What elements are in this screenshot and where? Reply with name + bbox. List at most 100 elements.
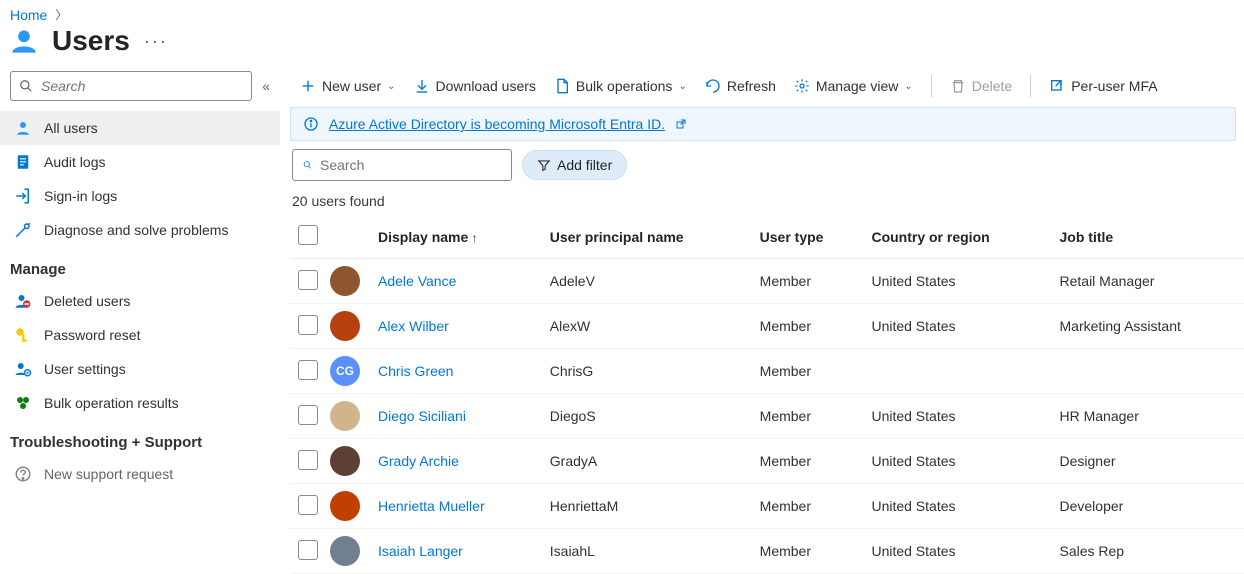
- users-search[interactable]: [292, 149, 512, 181]
- user-display-name[interactable]: Adele Vance: [378, 273, 456, 289]
- page-header: Users ···: [0, 25, 1244, 71]
- search-icon: [19, 79, 33, 93]
- user-country: United States: [863, 484, 1051, 529]
- table-row[interactable]: Adele VanceAdeleVMemberUnited StatesReta…: [290, 259, 1244, 304]
- manage-view-button[interactable]: Manage view ⌄: [794, 78, 913, 94]
- signin-icon: [14, 187, 32, 205]
- add-filter-label: Add filter: [557, 157, 612, 173]
- trash-icon: [950, 78, 966, 94]
- sidebar-item-bulk-results[interactable]: Bulk operation results: [0, 386, 280, 420]
- sidebar-item-audit-logs[interactable]: Audit logs: [0, 145, 280, 179]
- avatar: [330, 491, 360, 521]
- table-row[interactable]: Isaiah LangerIsaiahLMemberUnited StatesS…: [290, 529, 1244, 574]
- row-checkbox[interactable]: [298, 495, 318, 515]
- sidebar-item-label: Bulk operation results: [44, 395, 179, 411]
- sidebar-search-input[interactable]: [41, 78, 243, 94]
- row-checkbox[interactable]: [298, 405, 318, 425]
- user-country: United States: [863, 304, 1051, 349]
- download-users-button[interactable]: Download users: [414, 78, 536, 94]
- column-job-title[interactable]: Job title: [1052, 215, 1244, 259]
- new-user-button[interactable]: New user ⌄: [300, 78, 396, 94]
- user-display-name[interactable]: Henrietta Mueller: [378, 498, 485, 514]
- avatar: [330, 536, 360, 566]
- banner-link[interactable]: Azure Active Directory is becoming Micro…: [329, 116, 665, 132]
- user-display-name[interactable]: Diego Siciliani: [378, 408, 466, 424]
- sidebar-item-all-users[interactable]: All users: [0, 111, 280, 145]
- breadcrumb-home[interactable]: Home: [10, 7, 47, 23]
- chevron-down-icon: ⌄: [387, 81, 395, 92]
- row-checkbox[interactable]: [298, 360, 318, 380]
- per-user-mfa-button[interactable]: Per-user MFA: [1049, 78, 1157, 94]
- sidebar-item-label: All users: [44, 120, 98, 136]
- user-upn: AdeleV: [542, 259, 752, 304]
- user-country: United States: [863, 259, 1051, 304]
- table-row[interactable]: Alex WilberAlexWMemberUnited StatesMarke…: [290, 304, 1244, 349]
- sidebar-item-new-support[interactable]: New support request: [0, 457, 280, 491]
- user-job-title: Sales Rep: [1052, 529, 1244, 574]
- avatar: [330, 266, 360, 296]
- sidebar-collapse-button[interactable]: «: [262, 78, 270, 94]
- avatar: [330, 401, 360, 431]
- settings-icon: [14, 360, 32, 378]
- more-button[interactable]: ···: [144, 31, 168, 52]
- toolbar-label: Refresh: [727, 78, 776, 94]
- plus-icon: [300, 78, 316, 94]
- table-row[interactable]: CGChris GreenChrisGMember: [290, 349, 1244, 394]
- bulk-operations-button[interactable]: Bulk operations ⌄: [554, 78, 687, 94]
- filter-icon: [537, 158, 551, 172]
- user-upn: DiegoS: [542, 394, 752, 439]
- user-display-name[interactable]: Grady Archie: [378, 453, 459, 469]
- table-row[interactable]: Henrietta MuellerHenriettaMMemberUnited …: [290, 484, 1244, 529]
- select-all-checkbox[interactable]: [298, 225, 318, 245]
- toolbar-label: Per-user MFA: [1071, 78, 1157, 94]
- delete-button[interactable]: Delete: [950, 78, 1012, 94]
- column-display-name[interactable]: Display name: [370, 215, 542, 259]
- sidebar-item-deleted-users[interactable]: Deleted users: [0, 284, 280, 318]
- user-country: United States: [863, 439, 1051, 484]
- user-icon: [14, 119, 32, 137]
- toolbar-label: Manage view: [816, 78, 899, 94]
- user-type: Member: [752, 349, 864, 394]
- users-table: Display name User principal name User ty…: [290, 215, 1244, 574]
- column-user-type[interactable]: User type: [752, 215, 864, 259]
- column-country[interactable]: Country or region: [863, 215, 1051, 259]
- key-icon: [14, 326, 32, 344]
- chevron-down-icon: ⌄: [904, 81, 912, 92]
- user-upn: IsaiahL: [542, 529, 752, 574]
- row-checkbox[interactable]: [298, 540, 318, 560]
- sidebar-search[interactable]: [10, 71, 252, 101]
- add-filter-button[interactable]: Add filter: [522, 150, 627, 180]
- row-checkbox[interactable]: [298, 315, 318, 335]
- users-search-input[interactable]: [320, 157, 501, 173]
- user-job-title: [1052, 349, 1244, 394]
- chevron-down-icon: ⌄: [678, 81, 686, 92]
- sidebar-item-user-settings[interactable]: User settings: [0, 352, 280, 386]
- column-upn[interactable]: User principal name: [542, 215, 752, 259]
- user-type: Member: [752, 394, 864, 439]
- row-checkbox[interactable]: [298, 450, 318, 470]
- sidebar-item-label: Deleted users: [44, 293, 130, 309]
- support-icon: [14, 465, 32, 483]
- sidebar-item-label: New support request: [44, 466, 173, 482]
- toolbar-label: Delete: [972, 78, 1012, 94]
- sidebar-item-diagnose[interactable]: Diagnose and solve problems: [0, 213, 280, 247]
- external-link-icon: [675, 118, 687, 130]
- user-display-name[interactable]: Chris Green: [378, 363, 453, 379]
- table-row[interactable]: Grady ArchieGradyAMemberUnited StatesDes…: [290, 439, 1244, 484]
- sidebar-item-password-reset[interactable]: Password reset: [0, 318, 280, 352]
- refresh-button[interactable]: Refresh: [705, 78, 776, 94]
- filter-bar: Add filter: [290, 149, 1244, 187]
- row-checkbox[interactable]: [298, 270, 318, 290]
- sidebar-section-manage: Manage: [0, 247, 280, 284]
- diagnose-icon: [14, 221, 32, 239]
- deleted-users-icon: [14, 292, 32, 310]
- user-display-name[interactable]: Alex Wilber: [378, 318, 449, 334]
- user-display-name[interactable]: Isaiah Langer: [378, 543, 463, 559]
- sidebar-item-signin-logs[interactable]: Sign-in logs: [0, 179, 280, 213]
- sidebar-item-label: Diagnose and solve problems: [44, 222, 228, 238]
- table-row[interactable]: Diego SicilianiDiegoSMemberUnited States…: [290, 394, 1244, 439]
- user-upn: HenriettaM: [542, 484, 752, 529]
- sidebar-item-label: Audit logs: [44, 154, 105, 170]
- user-country: United States: [863, 529, 1051, 574]
- external-link-icon: [1049, 78, 1065, 94]
